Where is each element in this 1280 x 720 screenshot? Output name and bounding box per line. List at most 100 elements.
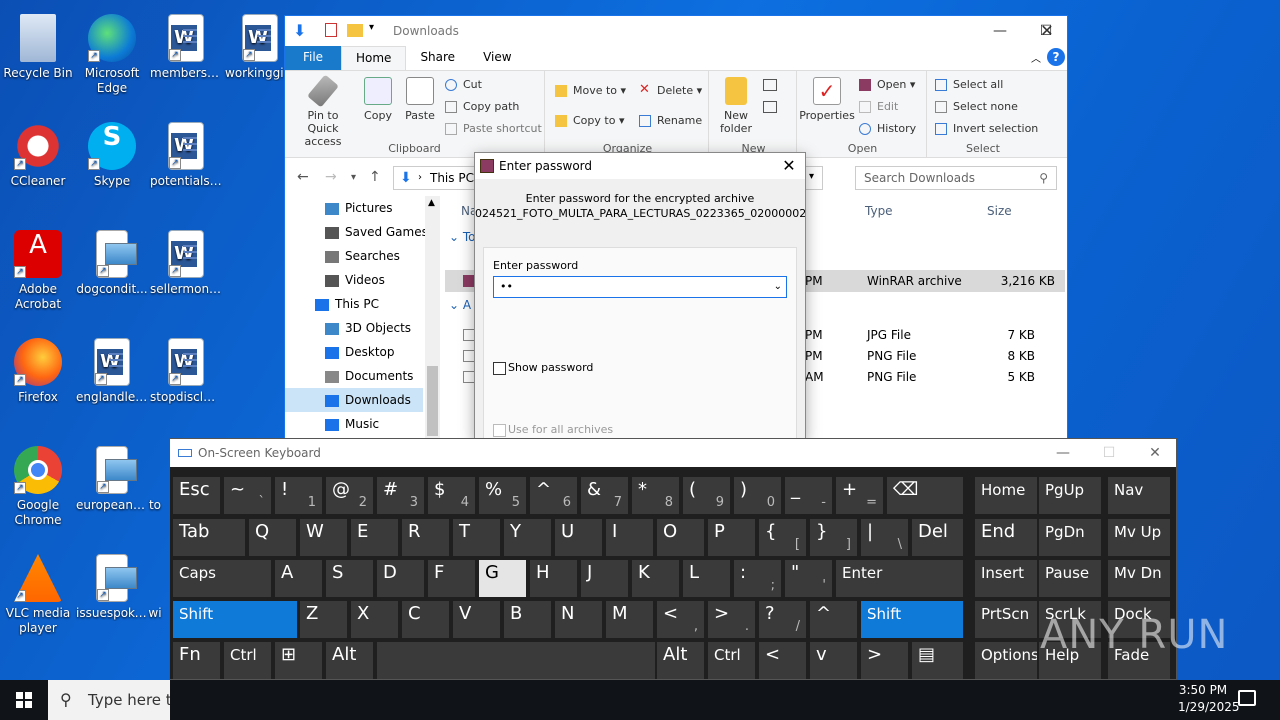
key-pgup[interactable]: PgUp — [1039, 477, 1101, 514]
help-icon[interactable]: ? — [1047, 48, 1065, 66]
key-n[interactable]: N — [555, 601, 602, 638]
select-all-button[interactable]: Select all — [935, 75, 1003, 95]
key-u[interactable]: U — [555, 519, 602, 556]
desktop-icon-partial[interactable]: wi — [140, 548, 170, 621]
minimize-button[interactable]: — — [1040, 439, 1086, 467]
key-sym10[interactable]: ? / — [759, 601, 806, 638]
select-none-button[interactable]: Select none — [935, 97, 1018, 117]
desktop-icon-vlc[interactable]: ↗ VLC media player — [0, 548, 76, 636]
open-button[interactable]: Open ▾ — [859, 75, 915, 95]
pin-quick-access-button[interactable]: Pin to Quick access — [291, 74, 355, 148]
key-h[interactable]: H — [530, 560, 577, 597]
key-shift[interactable]: Shift — [173, 601, 297, 638]
checkbox-box[interactable] — [493, 361, 506, 375]
nav-item-desktop[interactable]: Desktop — [285, 340, 423, 364]
key-v[interactable]: v — [810, 642, 857, 679]
key-mvdn[interactable]: Mv Dn — [1108, 560, 1170, 597]
key-sym14[interactable]: ⌫ — [887, 477, 963, 514]
invert-selection-button[interactable]: Invert selection — [935, 119, 1038, 139]
key-options[interactable]: Options — [975, 642, 1037, 679]
desktop-icon-firefox[interactable]: ↗ Firefox — [0, 332, 76, 405]
key-sym8[interactable]: <, — [657, 601, 704, 638]
tab-share[interactable]: Share — [406, 46, 469, 70]
key-caps[interactable]: Caps — [173, 560, 271, 597]
copy-path-button[interactable]: Copy path — [445, 97, 519, 117]
nav-scrollbar[interactable]: ▲ — [425, 196, 440, 441]
key-j[interactable]: J — [581, 560, 628, 597]
key-ctrl[interactable]: Ctrl — [224, 642, 271, 679]
key-home[interactable]: Home — [975, 477, 1037, 514]
key-w[interactable]: W — [300, 519, 347, 556]
clock[interactable]: 3:50 PM 1/29/2025 — [1178, 682, 1240, 716]
desktop-icon-word[interactable]: W ↗ potentialse... — [148, 116, 224, 189]
desktop-icon-acrobat[interactable]: A ↗ Adobe Acrobat — [0, 224, 76, 312]
key-space[interactable] — [377, 642, 655, 679]
key-sym11[interactable]: {[ — [759, 519, 806, 556]
key-sym1[interactable]: ~ ` — [224, 477, 271, 514]
key-tab[interactable]: Tab — [173, 519, 245, 556]
forward-arrow-icon[interactable]: → — [325, 169, 337, 185]
key-o[interactable]: O — [657, 519, 704, 556]
key-i[interactable]: I — [606, 519, 653, 556]
desktop-icon-word[interactable]: W ↗ membersb... — [148, 8, 224, 81]
key-sym12[interactable]: }] — [810, 519, 857, 556]
tab-view[interactable]: View — [469, 46, 525, 70]
key-alt[interactable]: Alt — [657, 642, 704, 679]
key-shift[interactable]: Shift — [861, 601, 963, 638]
key-t[interactable]: T — [453, 519, 500, 556]
chevron-down-icon[interactable]: ⌄ — [774, 277, 782, 297]
desktop-icon-partial[interactable]: to — [140, 440, 170, 513]
key-sym8[interactable]: & 7 — [581, 477, 628, 514]
edit-button[interactable]: Edit — [859, 97, 898, 117]
start-button[interactable] — [0, 680, 48, 720]
desktop-icon-image[interactable]: ↗ issuespoke... — [74, 548, 150, 621]
down-arrow-icon[interactable]: ⬇ — [293, 21, 306, 40]
key-x[interactable]: X — [351, 601, 398, 638]
desktop-icon-image[interactable]: ↗ dogcondit... — [74, 224, 150, 297]
properties-button[interactable]: ✓ Properties — [799, 75, 855, 122]
key-sym2[interactable]: ! 1 — [275, 477, 322, 514]
key-prtscn[interactable]: PrtScn — [975, 601, 1037, 638]
column-type[interactable]: Type — [865, 204, 893, 218]
folder-icon[interactable] — [347, 24, 363, 37]
nav-item-searches[interactable]: Searches — [285, 244, 423, 268]
key-sym5[interactable]: $4 — [428, 477, 475, 514]
key-v[interactable]: V — [453, 601, 500, 638]
key-g[interactable]: G — [479, 560, 526, 597]
key-sym10[interactable]: :; — [734, 560, 781, 597]
key-sym11[interactable]: ) 0 — [734, 477, 781, 514]
key-mvup[interactable]: Mv Up — [1108, 519, 1170, 556]
tab-home[interactable]: Home — [341, 46, 407, 70]
close-icon[interactable]: ✕ — [1132, 439, 1178, 467]
key-fn[interactable]: Fn — [173, 642, 220, 679]
key-p[interactable]: P — [708, 519, 755, 556]
nav-item-this-pc[interactable]: This PC — [285, 292, 423, 316]
nav-item-documents[interactable]: Documents — [285, 364, 423, 388]
breadcrumb[interactable]: This PC — [430, 171, 474, 185]
key-l[interactable]: L — [683, 560, 730, 597]
history-button[interactable]: History — [859, 119, 916, 139]
maximize-button[interactable]: ☐ — [1086, 439, 1132, 467]
key-sym3[interactable]: @2 — [326, 477, 373, 514]
minimize-button[interactable]: — — [977, 16, 1023, 46]
key-sym10[interactable]: ▤ — [912, 642, 963, 679]
key-f[interactable]: F — [428, 560, 475, 597]
password-input[interactable]: •• ⌄ — [493, 276, 787, 298]
tab-file[interactable]: File — [285, 46, 341, 70]
group-header[interactable]: ⌄ A — [449, 298, 471, 312]
checkbox-box[interactable] — [493, 423, 506, 437]
move-to-button[interactable]: Move to ▾ — [555, 81, 626, 101]
explorer-close-button[interactable]: ✕ — [1025, 16, 1069, 46]
nav-item-music[interactable]: Music — [285, 412, 423, 436]
nav-item-videos[interactable]: Videos — [285, 268, 423, 292]
key-nav[interactable]: Nav — [1108, 477, 1170, 514]
key-sym9[interactable]: > — [861, 642, 908, 679]
key-esc[interactable]: Esc — [173, 477, 220, 514]
ribbon-expand-icon[interactable]: ︿ — [1031, 50, 1041, 65]
key-sym11[interactable]: ^ — [810, 601, 857, 638]
key-sym9[interactable]: >. — [708, 601, 755, 638]
key-q[interactable]: Q — [249, 519, 296, 556]
key-sym10[interactable]: (9 — [683, 477, 730, 514]
search-input[interactable]: Search Downloads ⚲ — [855, 166, 1057, 190]
desktop-icon-word[interactable]: W ↗ sellermont... — [148, 224, 224, 297]
